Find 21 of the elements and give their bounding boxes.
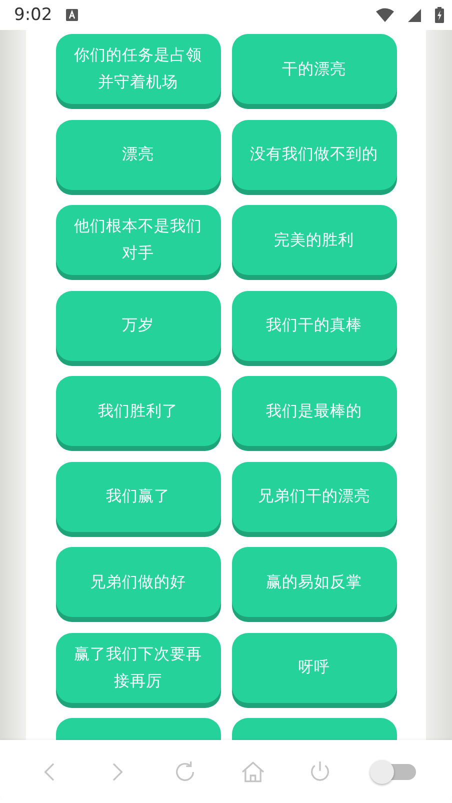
phrase-button[interactable]: 我们是最棒的 [232,376,396,446]
status-time: 9:02 [14,5,52,25]
phrase-button[interactable]: 我们赢了 [56,462,220,532]
phrase-button[interactable]: 兄弟们做的好 [56,547,220,617]
phrase-button[interactable]: 漂亮 [56,120,220,190]
phrase-button[interactable]: 干的漂亮 [232,34,396,104]
wifi-icon [376,8,394,22]
phrase-button[interactable]: 我们干的真棒 [232,290,396,360]
phrase-button[interactable]: 呀呼 [232,632,396,702]
phrase-button[interactable]: 我们胜利了 [56,376,220,446]
phrase-button[interactable]: 赢的易如反掌 [232,547,396,617]
phrase-button[interactable]: 万岁 [56,290,220,360]
phrase-button[interactable]: 兄弟们干的漂亮 [232,462,396,532]
phrase-button[interactable]: 完美的胜利 [232,205,396,275]
notification-icon [66,9,78,21]
battery-icon [435,7,444,23]
phrase-button[interactable]: 你们的任务是占领并守着机场 [56,34,220,104]
phrase-button[interactable]: 没有我们做不到的 [232,120,396,190]
phrase-button[interactable]: 他们根本不是我们对手 [56,205,220,275]
phrase-button[interactable]: 赢了我们下次要再接再厉 [56,632,220,702]
signal-icon [408,8,421,22]
